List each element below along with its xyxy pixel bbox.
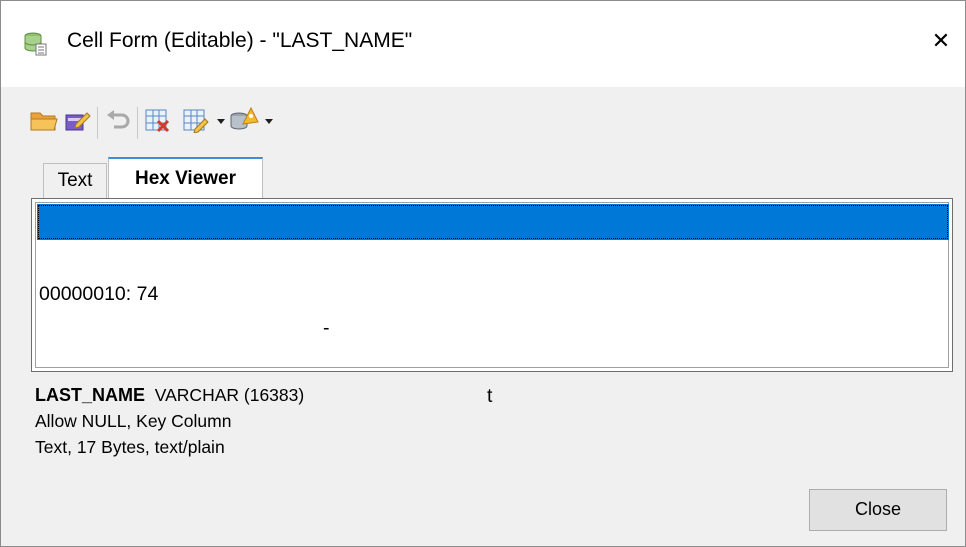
hex-viewer-content: 00000000: 48 75 6E 6F 6C 64 0D 0A - 74 6… (35, 202, 949, 407)
hex-separator: - (323, 317, 330, 339)
database-tools-icon (229, 106, 259, 139)
open-folder-icon (30, 107, 58, 138)
hex-address: 00000010: 74 (39, 283, 159, 305)
hex-row[interactable]: 00000010: 74 - t (37, 243, 949, 407)
open-file-button[interactable] (29, 107, 59, 137)
hex-ascii: t (487, 385, 493, 407)
column-content-info: Text, 17 Bytes, text/plain (35, 437, 225, 457)
window-title: Cell Form (Editable) - "LAST_NAME" (67, 29, 413, 52)
clear-cell-icon (144, 107, 172, 138)
tab-hex-viewer[interactable]: Hex Viewer (108, 157, 263, 201)
column-name: LAST_NAME (35, 385, 146, 405)
hex-viewer-panel[interactable]: 00000000: 48 75 6E 6F 6C 64 0D 0A - 74 6… (31, 198, 953, 407)
database-app-icon (23, 31, 47, 57)
set-null-icon (182, 107, 210, 138)
column-type: VARCHAR (16383) (154, 385, 305, 405)
tools-button[interactable] (229, 106, 259, 139)
set-null-button[interactable] (181, 107, 211, 137)
column-attributes: Allow NULL, Key Column (35, 411, 232, 431)
hex-row[interactable]: 00000000: 48 75 6E 6F 6C 64 0D 0A - 74 6… (37, 204, 949, 368)
title-bar[interactable]: Cell Form (Editable) - "LAST_NAME" ✕ (1, 1, 965, 87)
close-icon: ✕ (931, 28, 951, 53)
tab-text[interactable]: Text (43, 163, 107, 198)
undo-icon (104, 107, 132, 138)
edit-button[interactable] (63, 107, 93, 137)
clear-cell-button[interactable] (143, 107, 173, 137)
hex-ascii: Hunold..the Grea (739, 346, 888, 368)
close-button[interactable]: Close (809, 489, 947, 531)
toolbar (29, 101, 329, 147)
set-null-dropdown-arrow-icon[interactable] (217, 119, 225, 124)
close-window-button[interactable]: ✕ (923, 23, 959, 59)
tools-dropdown-arrow-icon[interactable] (265, 119, 273, 124)
column-header-info: LAST_NAME VARCHAR (16383) (35, 385, 304, 406)
edit-icon (64, 107, 92, 138)
undo-button[interactable] (103, 107, 133, 137)
hex-bytes: 74 68 65 20 47 72 65 61 (337, 312, 549, 334)
cell-form-dialog: Cell Form (Editable) - "LAST_NAME" ✕ Tex… (0, 0, 966, 547)
